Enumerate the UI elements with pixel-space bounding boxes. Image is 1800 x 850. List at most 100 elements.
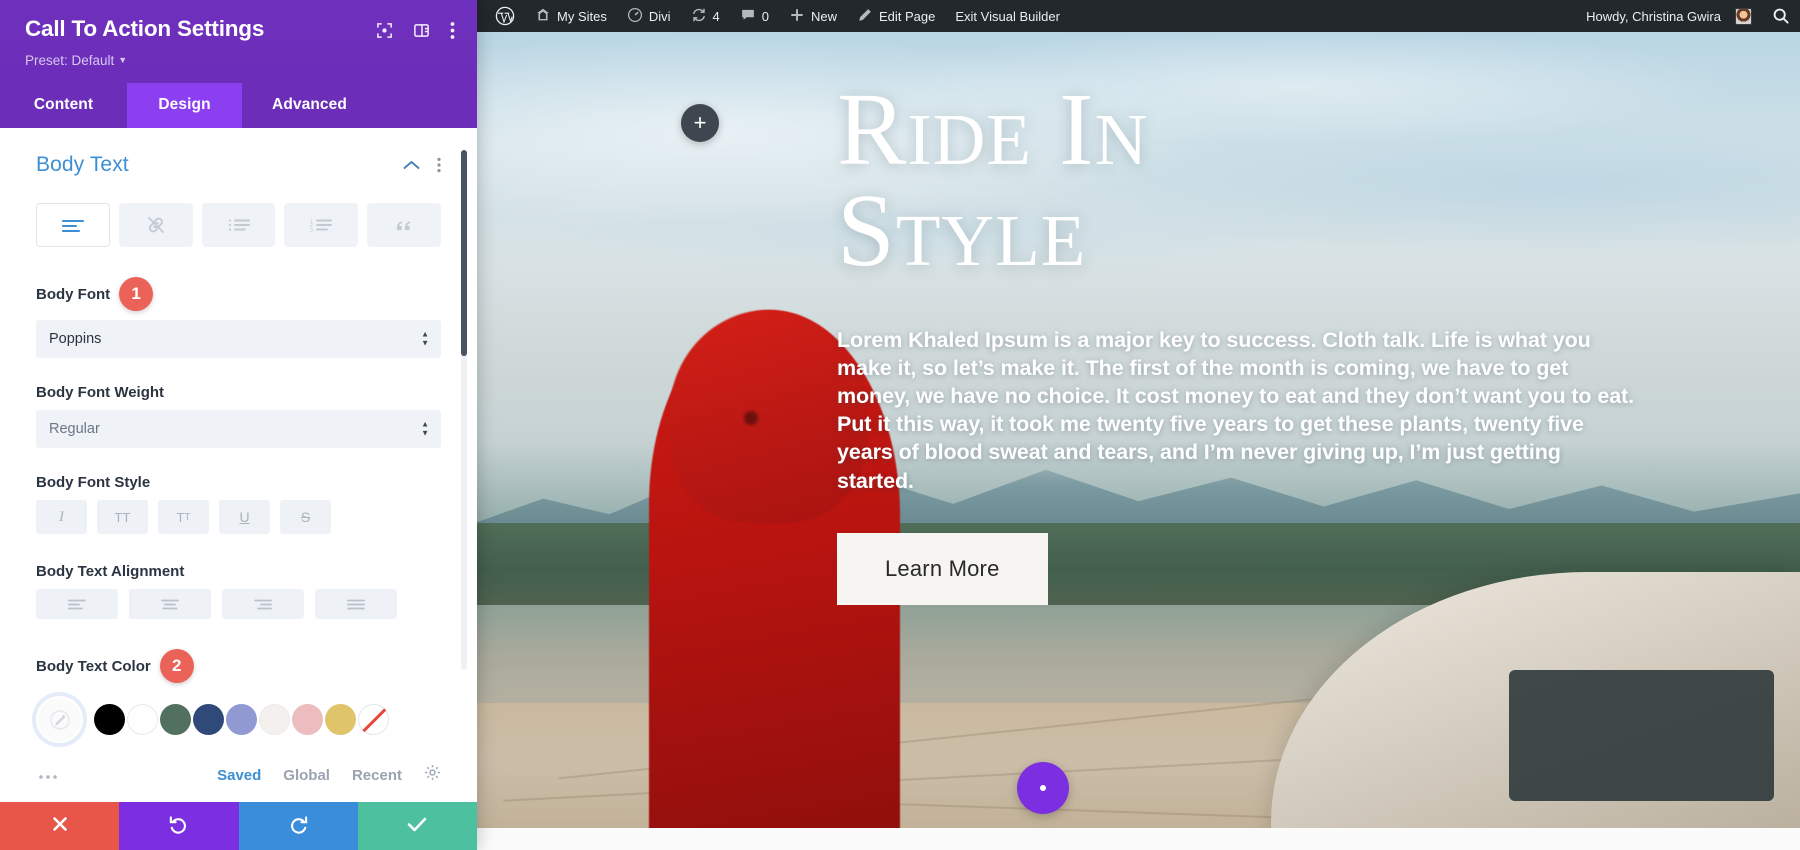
adminbar-label: Exit Visual Builder (955, 9, 1060, 24)
unordered-list-format-button[interactable] (202, 203, 276, 247)
recent-colors-link[interactable]: Recent (352, 767, 402, 784)
eyedropper-icon[interactable] (36, 696, 83, 743)
spinner-arrows-icon: ▲▼ (421, 422, 429, 437)
scrollbar-thumb[interactable] (461, 150, 467, 356)
adminbar-label: 4 (713, 9, 720, 24)
paragraph-format-button[interactable] (36, 203, 110, 247)
tab-content[interactable]: Content (0, 83, 127, 128)
align-justify-button[interactable] (315, 589, 397, 619)
screen-root: Call To Action Settings (0, 0, 1800, 850)
add-module-button[interactable]: + (681, 104, 719, 142)
panel-scroll-area: Body Text (0, 128, 477, 796)
swatch-white[interactable] (127, 704, 158, 735)
body-text-color-label: Body Text Color (36, 658, 151, 675)
body-text-section-header: Body Text (36, 153, 441, 177)
tab-advanced[interactable]: Advanced (242, 83, 377, 128)
section-title: Body Text (36, 153, 403, 177)
dashboard-icon (627, 7, 643, 26)
global-colors-link[interactable]: Global (283, 767, 330, 784)
ellipsis-icon (1040, 785, 1046, 791)
saved-colors-link[interactable]: Saved (217, 767, 261, 784)
color-swatch-row (36, 696, 441, 743)
tab-design[interactable]: Design (127, 83, 242, 128)
align-center-button[interactable] (129, 589, 211, 619)
adminbar-item-my-sites[interactable]: My Sites (525, 0, 617, 32)
save-button[interactable] (358, 802, 477, 850)
annotation-badge-1: 1 (119, 277, 153, 311)
preset-selector[interactable]: Preset: Default▼ (25, 53, 127, 68)
blockquote-format-button[interactable] (367, 203, 441, 247)
undo-icon (168, 813, 189, 839)
small-caps-button[interactable]: TT (158, 500, 209, 534)
adminbar-label: Edit Page (879, 9, 935, 24)
plus-icon (789, 7, 805, 26)
swatch-none[interactable] (358, 704, 389, 735)
close-icon (50, 814, 70, 839)
greeting-label: Howdy, Christina Gwira (1586, 9, 1721, 24)
adminbar-item-new[interactable]: New (779, 0, 847, 32)
page-title: Call To Action Settings (25, 17, 376, 42)
section-options-icon[interactable] (437, 157, 441, 174)
module-settings-panel: Call To Action Settings (0, 0, 477, 850)
layout-columns-icon[interactable] (413, 22, 430, 44)
updates-icon (691, 7, 707, 26)
underline-button[interactable]: U (219, 500, 270, 534)
swatch-offwhite[interactable] (259, 704, 290, 735)
wordpress-logo-icon[interactable] (485, 0, 525, 32)
link-slash-format-button[interactable] (119, 203, 193, 247)
avatar (1735, 8, 1752, 25)
body-font-style-label: Body Font Style (36, 474, 441, 491)
panel-footer (0, 802, 477, 850)
plus-icon: + (694, 110, 707, 136)
hero-heading-line-2: Style (837, 181, 1397, 282)
swatch-periwinkle[interactable] (226, 704, 257, 735)
adminbar-label: 0 (762, 9, 769, 24)
annotation-badge-2: 2 (160, 649, 194, 683)
wp-admin-bar: My Sites Divi 4 (477, 0, 1800, 32)
kebab-menu-icon[interactable] (450, 21, 455, 45)
body-font-style-group: I TT TT U S (36, 500, 441, 534)
swatch-gold[interactable] (325, 704, 356, 735)
strikethrough-button[interactable]: S (280, 500, 331, 534)
page-settings-button[interactable] (1017, 762, 1069, 814)
redo-button[interactable] (239, 802, 358, 850)
body-font-select[interactable]: Poppins ▲▼ (36, 320, 441, 358)
body-font-weight-select[interactable]: Regular ▲▼ (36, 410, 441, 448)
account-menu[interactable]: Howdy, Christina Gwira (1576, 0, 1762, 32)
visual-builder-canvas: + Ride In Style Lorem Khaled Ipsum is a … (477, 32, 1800, 850)
undo-button[interactable] (119, 802, 238, 850)
swatch-green[interactable] (160, 704, 191, 735)
ordered-list-format-button[interactable]: 1 2 3 (284, 203, 358, 247)
hero-body-text: Lorem Khaled Ipsum is a major key to suc… (837, 326, 1637, 495)
comment-icon (740, 7, 756, 26)
search-icon[interactable] (1762, 0, 1800, 32)
align-left-button[interactable] (36, 589, 118, 619)
redo-icon (288, 813, 309, 839)
adminbar-item-edit-page[interactable]: Edit Page (847, 0, 945, 32)
panel-tabs: Content Design Advanced (0, 83, 477, 128)
italic-button[interactable]: I (36, 500, 87, 534)
swatch-black[interactable] (94, 704, 125, 735)
cancel-button[interactable] (0, 802, 119, 850)
swatch-pink[interactable] (292, 704, 323, 735)
gear-icon[interactable] (424, 764, 441, 786)
swatch-navy[interactable] (193, 704, 224, 735)
cta-module[interactable]: Ride In Style Lorem Khaled Ipsum is a ma… (477, 32, 1800, 850)
fullscreen-icon[interactable] (376, 22, 393, 44)
preset-label: Preset: Default (25, 53, 114, 68)
adminbar-item-updates[interactable]: 4 (681, 0, 730, 32)
text-format-button-group: 1 2 3 (36, 203, 441, 247)
color-links-row: Saved Global Recent (36, 764, 441, 786)
adminbar-item-comments[interactable]: 0 (730, 0, 779, 32)
align-right-button[interactable] (222, 589, 304, 619)
adminbar-label: Divi (649, 9, 671, 24)
body-font-weight-label: Body Font Weight (36, 384, 441, 401)
adminbar-item-exit-visual-builder[interactable]: Exit Visual Builder (945, 0, 1070, 32)
hero-heading-line-1: Ride In (837, 80, 1397, 181)
adminbar-item-divi[interactable]: Divi (617, 0, 681, 32)
learn-more-button[interactable]: Learn More (837, 533, 1048, 605)
ellipsis-icon[interactable] (38, 770, 58, 780)
body-font-label-row: Body Font 1 (36, 277, 441, 311)
chevron-up-icon[interactable] (403, 157, 420, 173)
uppercase-button[interactable]: TT (97, 500, 148, 534)
